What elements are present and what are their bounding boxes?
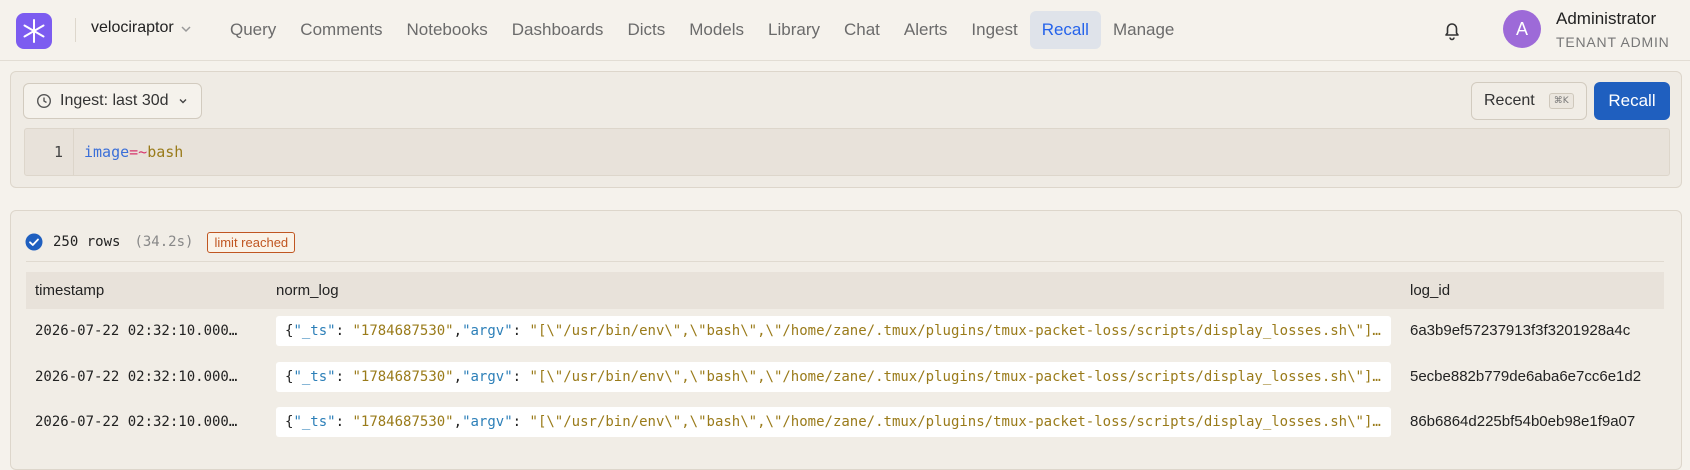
cell-timestamp: 2026-07-22 02:32:10.000000 [35, 323, 243, 339]
cell-log-id: 86b6864d225bf54b0eb98e1f9a07 [1410, 413, 1636, 430]
code-operator: =~ [129, 143, 148, 161]
cell-norm-log[interactable]: {"_ts": "1784687530","argv": "[\"/usr/bi… [276, 407, 1391, 437]
recent-button[interactable]: Recent ⌘K [1471, 82, 1587, 120]
user-name: Administrator [1556, 9, 1657, 28]
table-row[interactable]: 2026-07-22 02:32:10.000000 {"_ts": "17846… [26, 354, 1664, 400]
line-number: 1 [25, 129, 74, 175]
query-panel: Ingest: last 30d Recent ⌘K Recall 1 imag… [10, 71, 1682, 188]
code-field: image [84, 143, 130, 161]
nav-item-models[interactable]: Models [677, 11, 756, 49]
chevron-down-icon [181, 25, 191, 32]
column-header-timestamp[interactable]: timestamp [35, 272, 104, 309]
top-nav-bar: velociraptor Query Comments Notebooks Dashb… [0, 0, 1690, 61]
time-range-button[interactable]: Ingest: last 30d [23, 83, 202, 119]
nav-item-chat[interactable]: Chat [832, 11, 892, 49]
avatar[interactable]: A [1503, 10, 1541, 48]
cell-timestamp: 2026-07-22 02:32:10.000000 [35, 369, 243, 385]
nav-item-dicts[interactable]: Dicts [615, 11, 677, 49]
asterisk-logo-icon[interactable] [16, 13, 52, 49]
column-header-norm-log[interactable]: norm_log [276, 272, 339, 309]
nav-item-notebooks[interactable]: Notebooks [394, 11, 499, 49]
query-duration: (34.2s) [134, 234, 194, 250]
divider [26, 261, 1664, 262]
user-role: TENANT ADMIN [1556, 34, 1670, 50]
check-circle-icon [25, 233, 43, 251]
query-code[interactable]: image=~bash [84, 129, 183, 175]
column-header-log-id[interactable]: log_id [1410, 272, 1450, 309]
cell-log-id: 6a3b9ef57237913f3f3201928a4c [1410, 322, 1631, 339]
nav-item-ingest[interactable]: Ingest [959, 11, 1029, 49]
limit-badge: limit reached [207, 231, 296, 253]
tenant-name: velociraptor [91, 19, 174, 36]
table-row[interactable]: 2026-07-22 02:32:10.000000 {"_ts": "17846… [26, 399, 1664, 445]
clock-icon [36, 93, 52, 109]
tenant-switcher[interactable]: velociraptor [91, 19, 193, 37]
keyboard-shortcut: ⌘K [1548, 93, 1574, 109]
nav-item-alerts[interactable]: Alerts [892, 11, 959, 49]
nav-item-dashboards[interactable]: Dashboards [500, 11, 616, 49]
cell-norm-log[interactable]: {"_ts": "1784687530","argv": "[\"/usr/bi… [276, 316, 1391, 346]
cell-log-id: 5ecbe882b779de6aba6e7cc6e1d2 [1410, 368, 1642, 385]
main-nav: Query Comments Notebooks Dashboards Dicts Mod… [218, 11, 1186, 49]
nav-item-query[interactable]: Query [218, 11, 288, 49]
chevron-down-icon [179, 99, 187, 104]
cell-norm-log[interactable]: {"_ts": "1784687530","argv": "[\"/usr/bi… [276, 362, 1391, 392]
recall-button[interactable]: Recall [1594, 82, 1670, 120]
table-row[interactable]: 2026-07-22 02:32:10.000000 {"_ts": "17846… [26, 308, 1664, 354]
nav-item-manage[interactable]: Manage [1101, 11, 1186, 49]
cell-timestamp: 2026-07-22 02:32:10.000000 [35, 414, 243, 430]
recent-label: Recent [1484, 92, 1535, 109]
divider [75, 18, 76, 42]
code-value: bash [147, 143, 184, 161]
nav-item-comments[interactable]: Comments [288, 11, 394, 49]
time-range-label: Ingest: last 30d [60, 92, 169, 109]
row-count: 250 rows [53, 234, 121, 250]
result-status: 250 rows (34.2s) limit reached [25, 231, 296, 253]
query-editor[interactable]: 1 image=~bash [24, 128, 1670, 176]
bell-icon[interactable] [1440, 18, 1464, 42]
nav-item-recall[interactable]: Recall [1029, 11, 1101, 49]
nav-item-library[interactable]: Library [756, 11, 832, 49]
table-header: timestamp norm_log log_id [26, 272, 1664, 309]
